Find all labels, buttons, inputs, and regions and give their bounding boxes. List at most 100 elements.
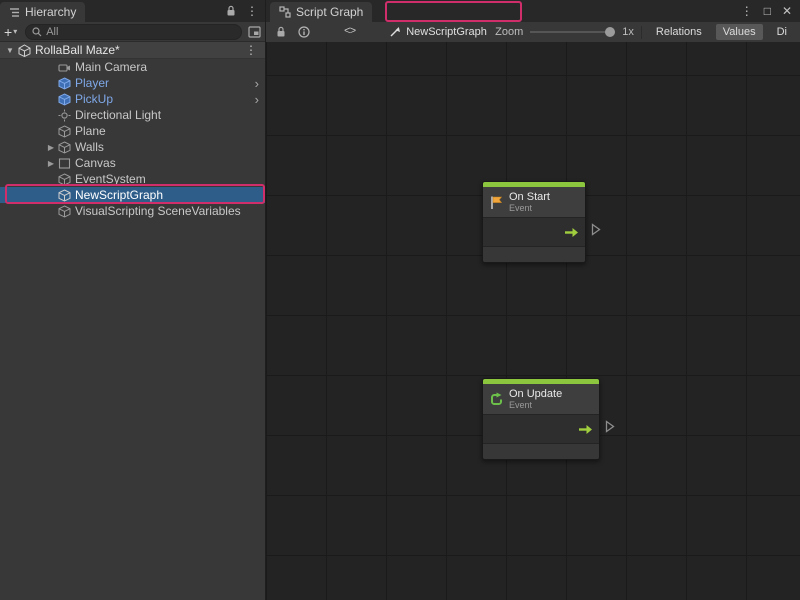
code-sign-icon[interactable]: <> [344,26,355,38]
output-port[interactable] [605,420,615,433]
info-icon[interactable] [298,26,310,38]
add-object-button[interactable]: + ▾ [4,24,17,40]
toolbar-divider [641,26,642,39]
script-graph-panel: Script Graph ⋮ □ ✕ <> NewScriptGraph Zoo… [265,0,800,600]
item-label: Canvas [75,156,116,170]
item-label: Main Camera [75,60,147,74]
gameobject-cube-icon [58,205,71,218]
item-label: Player [75,76,109,90]
dim-toggle[interactable]: Di [770,24,794,40]
scene-kebab-icon[interactable]: ⋮ [245,44,265,56]
hierarchy-panel: Hierarchy ⋮ + ▾ All ▼ Ro [0,0,265,600]
list-item-visualscripting-scenevariables[interactable]: VisualScripting SceneVariables [0,203,265,219]
item-label: PickUp [75,92,113,106]
foldout-closed-icon[interactable]: ▶ [44,143,58,152]
script-graph-asset-icon [389,26,401,38]
list-item-walls[interactable]: ▶ Walls [0,139,265,155]
graph-name-label: NewScriptGraph [406,26,487,38]
list-item-canvas[interactable]: ▶ Canvas [0,155,265,171]
graph-toolbar-right: Zoom 1x Relations Values Di [495,24,794,40]
zoom-label: Zoom [495,26,523,38]
node-header: On Start Event [483,187,585,218]
prefab-open-chevron-icon[interactable]: › [255,92,265,107]
output-port[interactable] [591,223,601,236]
loop-icon [489,392,504,407]
node-subtitle: Event [509,400,562,410]
picker-icon[interactable] [248,26,261,38]
window-controls: ⋮ □ ✕ [741,0,800,22]
list-item-directional-light[interactable]: Directional Light [0,107,265,123]
lock-icon[interactable] [276,26,286,38]
light-icon [58,109,71,122]
tab-hierarchy[interactable]: Hierarchy [0,2,85,22]
node-on-start[interactable]: On Start Event [482,181,586,263]
item-label: Plane [75,124,106,138]
chevron-down-icon: ▾ [13,27,17,36]
flow-arrow-icon [578,424,593,435]
prefab-cube-icon [58,93,71,106]
kebab-menu-icon[interactable]: ⋮ [246,5,258,17]
item-label: NewScriptGraph [75,188,163,202]
hierarchy-tabbar: Hierarchy ⋮ [0,0,265,22]
script-graph-tab-icon [279,6,291,18]
zoom-value: 1x [622,26,634,38]
node-subtitle: Event [509,203,550,213]
list-item-player[interactable]: Player › [0,75,265,91]
gameobject-cube-icon [58,141,71,154]
zoom-slider-track [530,31,615,33]
node-title: On Start [509,191,550,203]
item-label: Walls [75,140,104,154]
node-footer [483,444,599,459]
graph-tabbar: Script Graph ⋮ □ ✕ [266,0,800,22]
flow-arrow-icon [564,227,579,238]
list-item-eventsystem[interactable]: EventSystem [0,171,265,187]
item-label: EventSystem [75,172,146,186]
list-item-main-camera[interactable]: Main Camera [0,59,265,75]
foldout-open-icon[interactable]: ▼ [4,46,16,55]
hierarchy-toolbar: + ▾ All [0,22,265,42]
scene-header[interactable]: ▼ RollaBall Maze* ⋮ [0,42,265,59]
maximize-icon[interactable]: □ [764,5,771,17]
node-flow-row [483,415,599,444]
values-toggle[interactable]: Values [716,24,763,40]
relations-toggle[interactable]: Relations [649,24,709,40]
camera-icon [58,61,71,74]
hierarchy-tab-controls: ⋮ [219,0,265,22]
foldout-closed-icon[interactable]: ▶ [44,159,58,168]
flag-icon [489,195,504,210]
list-item-newscriptgraph[interactable]: NewScriptGraph [0,187,265,203]
zoom-slider[interactable] [530,26,615,38]
gameobject-cube-icon [58,173,71,186]
node-flow-row [483,218,585,247]
item-label: VisualScripting SceneVariables [75,204,241,218]
item-label: Directional Light [75,108,161,122]
list-item-pickup[interactable]: PickUp › [0,91,265,107]
prefab-open-chevron-icon[interactable]: › [255,76,265,91]
canvas-icon [58,157,71,170]
list-item-plane[interactable]: Plane [0,123,265,139]
node-on-update[interactable]: On Update Event [482,378,600,460]
graph-name-button[interactable]: NewScriptGraph [389,26,487,38]
gameobject-cube-icon [58,125,71,138]
hierarchy-tree: ▼ RollaBall Maze* ⋮ Main Camera Player › [0,42,265,219]
gameobject-cube-icon [58,189,71,202]
kebab-menu-icon[interactable]: ⋮ [741,5,753,17]
search-filter-label: All [46,26,58,38]
tab-script-graph[interactable]: Script Graph [270,2,372,22]
node-header: On Update Event [483,384,599,415]
node-footer [483,247,585,262]
lock-icon[interactable] [226,5,236,17]
search-input[interactable]: All [25,24,242,40]
tab-hierarchy-label: Hierarchy [25,5,76,19]
zoom-slider-handle[interactable] [605,27,615,37]
unity-logo-icon [18,44,31,57]
prefab-cube-icon [58,77,71,90]
hierarchy-list-icon [9,7,20,18]
tab-script-graph-label: Script Graph [296,5,363,19]
graph-canvas[interactable]: On Start Event On Updat [266,42,800,600]
search-icon [32,27,42,37]
close-icon[interactable]: ✕ [782,5,792,17]
graph-toolbar: <> NewScriptGraph Zoom 1x Relations Valu… [266,22,800,42]
node-title: On Update [509,388,562,400]
scene-name: RollaBall Maze* [35,43,120,57]
